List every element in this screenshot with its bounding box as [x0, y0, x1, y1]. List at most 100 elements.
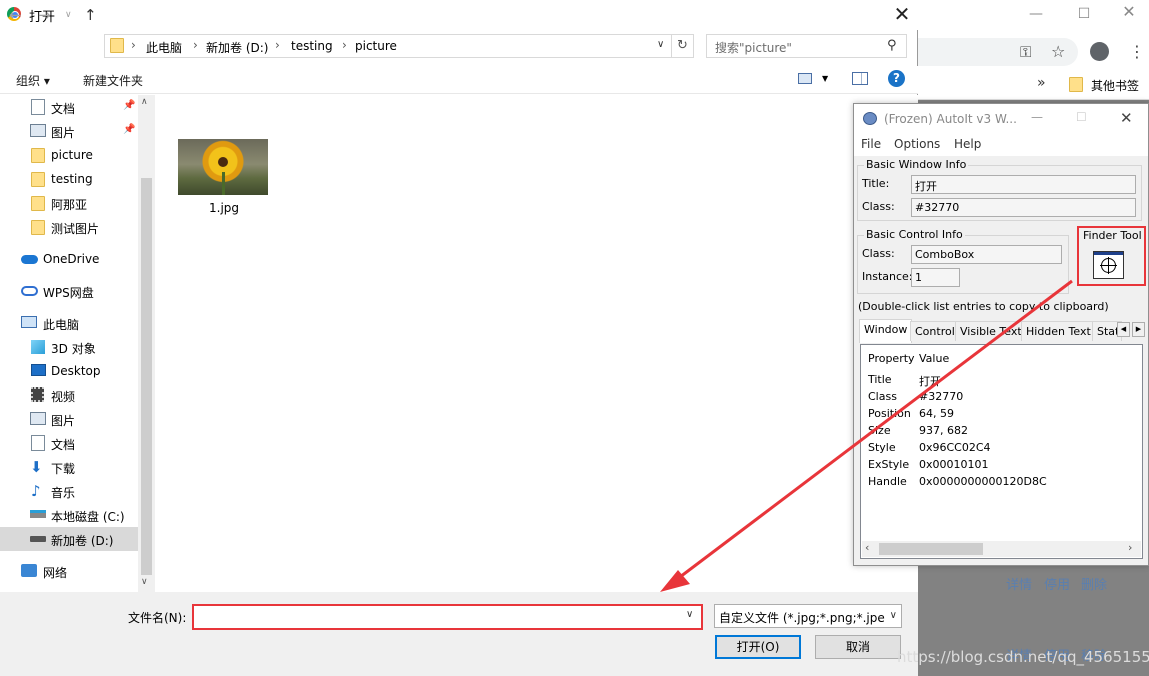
sidebar-scroll-thumb[interactable] — [141, 178, 152, 575]
profile-avatar-icon[interactable] — [1090, 42, 1109, 61]
column-header-property[interactable]: Property — [868, 352, 915, 365]
filename-input[interactable] — [192, 604, 703, 630]
chevron-right-icon[interactable]: › — [131, 38, 136, 52]
breadcrumb-picture[interactable]: picture — [355, 39, 397, 53]
file-name-label[interactable]: 1.jpg — [209, 201, 239, 215]
property-value[interactable]: #32770 — [919, 390, 963, 403]
maximize-icon[interactable]: ☐ — [1061, 7, 1107, 38]
preview-pane-icon[interactable] — [852, 72, 868, 85]
tab-visible-text[interactable]: Visible Text — [955, 321, 1027, 341]
forward-arrow-icon[interactable]: → — [38, 6, 51, 24]
menu-options[interactable]: Options — [894, 137, 940, 151]
property-name[interactable]: Handle — [868, 475, 907, 488]
address-bar[interactable]: › 此电脑 › 新加卷 (D:) › testing › picture ∨ — [104, 34, 672, 58]
open-button[interactable]: 打开(O) — [715, 635, 801, 659]
disable-link[interactable]: 停用 — [1044, 574, 1070, 593]
up-arrow-icon[interactable]: ↑ — [84, 6, 97, 24]
search-input[interactable]: 搜索"picture" ⚲ — [706, 34, 907, 58]
back-arrow-icon[interactable]: ← — [9, 6, 22, 24]
menu-help[interactable]: Help — [954, 137, 981, 151]
close-icon[interactable]: ✕ — [888, 2, 916, 26]
delete-link[interactable]: 删除 — [1081, 574, 1107, 593]
property-value[interactable]: 0x0000000000120D8C — [919, 475, 1047, 488]
sidebar-item-3d-objects[interactable]: 3D 对象 — [0, 335, 138, 359]
tab-scroll-left-icon[interactable]: ◀ — [1117, 322, 1130, 337]
scroll-left-icon[interactable]: ‹ — [865, 541, 869, 554]
new-folder-button[interactable]: 新建文件夹 — [83, 72, 143, 89]
sidebar-item-music[interactable]: ♪ 音乐 — [0, 479, 138, 503]
chevron-down-icon[interactable]: ▼ — [822, 74, 828, 83]
scroll-right-icon[interactable]: › — [1128, 541, 1132, 554]
sidebar-item-desktop[interactable]: Desktop — [0, 359, 138, 383]
property-value[interactable]: 0x00010101 — [919, 458, 989, 471]
sidebar-item-wps-drive[interactable]: WPS网盘 — [0, 279, 138, 303]
recent-dropdown-icon[interactable]: ∨ — [65, 10, 72, 20]
tab-scroll-right-icon[interactable]: ▶ — [1132, 322, 1145, 337]
bookmark-other[interactable]: 其他书签 — [1091, 77, 1139, 94]
breadcrumb-drive-d[interactable]: 新加卷 (D:) — [206, 39, 268, 56]
tab-control[interactable]: Control — [910, 321, 960, 341]
tab-window[interactable]: Window — [859, 319, 913, 343]
column-header-value[interactable]: Value — [919, 352, 949, 365]
bookmarks-overflow-icon[interactable]: » — [1037, 75, 1046, 91]
sidebar-item-local-disk-c[interactable]: 本地磁盘 (C:) — [0, 503, 138, 527]
sidebar-item-documents-pinned[interactable]: 文档 📌 — [0, 95, 138, 119]
chevron-right-icon[interactable]: › — [342, 38, 347, 52]
scroll-up-icon[interactable]: ∧ — [141, 97, 148, 107]
details-link[interactable]: 详情 — [1006, 574, 1032, 593]
sidebar-item-onedrive[interactable]: OneDrive — [0, 247, 138, 271]
property-name[interactable]: Size — [868, 424, 891, 437]
property-name[interactable]: ExStyle — [868, 458, 909, 471]
sidebar-item-downloads[interactable]: ⬇ 下载 — [0, 455, 138, 479]
sidebar-item-picture[interactable]: picture — [0, 143, 138, 167]
tab-hidden-text[interactable]: Hidden Text — [1021, 321, 1096, 341]
minimize-icon[interactable]: — — [1031, 110, 1043, 124]
star-icon[interactable]: ☆ — [1051, 42, 1065, 61]
breadcrumb-this-pc[interactable]: 此电脑 — [146, 39, 182, 56]
property-name[interactable]: Position — [868, 407, 911, 420]
chevron-down-icon[interactable]: ∨ — [657, 39, 664, 50]
minimize-icon[interactable]: — — [1013, 7, 1059, 38]
view-options-icon[interactable] — [798, 73, 812, 84]
property-name[interactable]: Class — [868, 390, 897, 403]
chevron-right-icon[interactable]: › — [193, 38, 198, 52]
search-icon[interactable]: ⚲ — [887, 38, 897, 53]
close-icon[interactable]: ✕ — [1120, 109, 1133, 127]
chevron-down-icon[interactable]: ∨ — [686, 609, 693, 620]
property-value[interactable]: 0x96CC02C4 — [919, 441, 991, 454]
property-value[interactable]: 937, 682 — [919, 424, 968, 437]
sidebar-item-this-pc[interactable]: 此电脑 — [0, 311, 138, 335]
menu-file[interactable]: File — [861, 137, 881, 151]
class-field[interactable]: #32770 — [911, 198, 1136, 217]
property-value[interactable]: 打开 — [919, 373, 941, 389]
sidebar-item-videos[interactable]: 视频 — [0, 383, 138, 407]
title-field[interactable]: 打开 — [911, 175, 1136, 194]
property-value[interactable]: 64, 59 — [919, 407, 954, 420]
chevron-right-icon[interactable]: › — [275, 38, 280, 52]
file-type-select[interactable]: 自定义文件 (*.jpg;*.png;*.jpeg ∨ — [714, 604, 902, 628]
more-menu-icon[interactable]: ⋮ — [1129, 42, 1145, 61]
property-name[interactable]: Style — [868, 441, 896, 454]
breadcrumb-testing[interactable]: testing — [291, 39, 333, 53]
cancel-button[interactable]: 取消 — [815, 635, 901, 659]
key-icon[interactable]: ⚿ — [1020, 43, 1031, 61]
sidebar-item-testing[interactable]: testing — [0, 167, 138, 191]
chevron-down-icon[interactable]: ∨ — [890, 610, 897, 621]
hscroll-thumb[interactable] — [879, 543, 983, 555]
sidebar-item-new-volume-d[interactable]: 新加卷 (D:) — [0, 527, 138, 551]
maximize-icon[interactable]: ☐ — [1076, 110, 1087, 124]
close-icon[interactable]: ✕ — [1106, 4, 1149, 36]
help-icon[interactable]: ? — [888, 70, 905, 87]
control-class-field[interactable]: ComboBox — [911, 245, 1062, 264]
property-name[interactable]: Title — [868, 373, 892, 386]
sidebar-item-pictures-pinned[interactable]: 图片 📌 — [0, 119, 138, 143]
instance-field[interactable]: 1 — [911, 268, 960, 287]
sidebar-item-test-pictures[interactable]: 测试图片 — [0, 215, 138, 239]
sidebar-item-network[interactable]: 网络 — [0, 559, 138, 583]
refresh-icon[interactable]: ↻ — [672, 34, 694, 58]
sidebar-item-documents[interactable]: 文档 — [0, 431, 138, 455]
scroll-down-icon[interactable]: ∨ — [141, 577, 148, 587]
organize-button[interactable]: 组织 ▾ — [16, 72, 50, 89]
sidebar-item-anaya[interactable]: 阿那亚 — [0, 191, 138, 215]
sidebar-item-pictures[interactable]: 图片 — [0, 407, 138, 431]
